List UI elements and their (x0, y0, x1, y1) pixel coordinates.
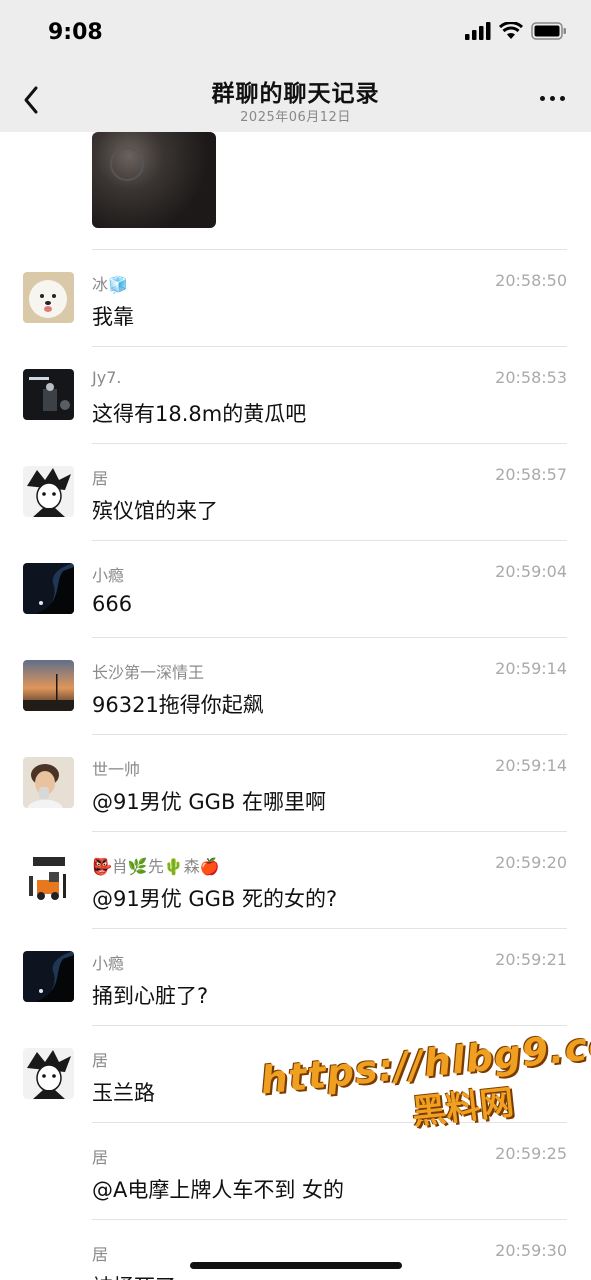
message-time: 20:59:14 (495, 756, 567, 775)
message-text: 被捅死了 (92, 1271, 176, 1280)
night-silhouette-avatar[interactable] (23, 563, 74, 614)
message-text: 我靠 (92, 305, 134, 329)
message-time: 20:58:57 (495, 465, 567, 484)
message-text: 玉兰路 (92, 1081, 155, 1105)
battery-icon (531, 22, 566, 40)
message-time: 20:58:50 (495, 271, 567, 290)
white-dog-avatar[interactable] (23, 272, 74, 323)
message-text: @91男优 GGB 在哪里啊 (92, 790, 327, 814)
message-time: 20:59:21 (495, 950, 567, 969)
message-time: 20:59:20 (495, 853, 567, 872)
nav-bar: 群聊的聊天记录 2025年06月12日 (0, 62, 591, 132)
wifi-icon (499, 22, 523, 39)
message-time: 20:59:14 (495, 659, 567, 678)
list-item[interactable]: 小瘾 20:59:04 666 (0, 541, 591, 638)
status-time: 9:08 (48, 20, 103, 45)
sender-name: 长沙第一深情王 (92, 663, 205, 682)
page-title: 群聊的聊天记录 (211, 81, 380, 107)
more-options-icon[interactable] (540, 96, 565, 101)
list-item[interactable]: 冰🧊 20:58:50 我靠 (0, 250, 591, 347)
page-subtitle: 2025年06月12日 (240, 110, 351, 125)
night-silhouette-avatar[interactable] (23, 951, 74, 1002)
forklift-avatar[interactable] (23, 854, 74, 905)
message-time: 20:58:53 (495, 368, 567, 387)
anime-sketch-avatar[interactable] (23, 466, 74, 517)
list-item[interactable]: 居 20:58:57 殡仪馆的来了 (0, 444, 591, 541)
status-bar: 9:08 (0, 0, 591, 62)
list-item[interactable]: 小瘾 20:59:21 捅到心脏了? (0, 929, 591, 1026)
list-item[interactable]: 世一帅 20:59:14 @91男优 GGB 在哪里啊 (0, 735, 591, 832)
list-item[interactable]: 长沙第一深情王 20:59:14 96321拖得你起飙 (0, 638, 591, 735)
sender-name: 居 (92, 1245, 109, 1264)
message-text: 殡仪馆的来了 (92, 499, 218, 523)
message-text: @91男优 GGB 死的女的? (92, 887, 338, 911)
sender-name: 居 (92, 1051, 109, 1070)
message-text: @A电摩上牌人车不到 女的 (92, 1178, 345, 1202)
person-photo-avatar[interactable] (23, 757, 74, 808)
message-time: 20:59:25 (495, 1144, 567, 1163)
home-indicator[interactable] (190, 1262, 402, 1269)
sender-name: 小瘾 (92, 954, 125, 973)
message-text: 666 (92, 592, 133, 616)
sender-name: Jy7. (92, 368, 122, 387)
message-time: 20:59:30 (495, 1241, 567, 1260)
message-text: 96321拖得你起飙 (92, 693, 264, 717)
image-message[interactable] (92, 132, 216, 228)
signal-icon (465, 22, 491, 40)
message-text: 这得有18.8m的黄瓜吧 (92, 402, 307, 426)
list-item[interactable]: 居 20:59:30 被捅死了 (0, 1220, 591, 1280)
message-time: 20:59:04 (495, 562, 567, 581)
list-item[interactable]: Jy7. 20:58:53 这得有18.8m的黄瓜吧 (0, 347, 591, 444)
dark-stage-avatar[interactable] (23, 369, 74, 420)
status-icons (465, 22, 567, 40)
sender-name: 小瘾 (92, 566, 125, 585)
sender-name: 👺肖🌿先🌵森🍎 (92, 857, 220, 876)
message-text: 捅到心脏了? (92, 984, 209, 1008)
list-item[interactable]: 👺肖🌿先🌵森🍎 20:59:20 @91男优 GGB 死的女的? (0, 832, 591, 929)
sunset-avatar[interactable] (23, 660, 74, 711)
sender-name: 冰🧊 (92, 275, 128, 294)
sender-name: 居 (92, 469, 109, 488)
sender-name: 世一帅 (92, 760, 141, 779)
anime-sketch-avatar[interactable] (23, 1048, 74, 1099)
sender-name: 居 (92, 1148, 109, 1167)
